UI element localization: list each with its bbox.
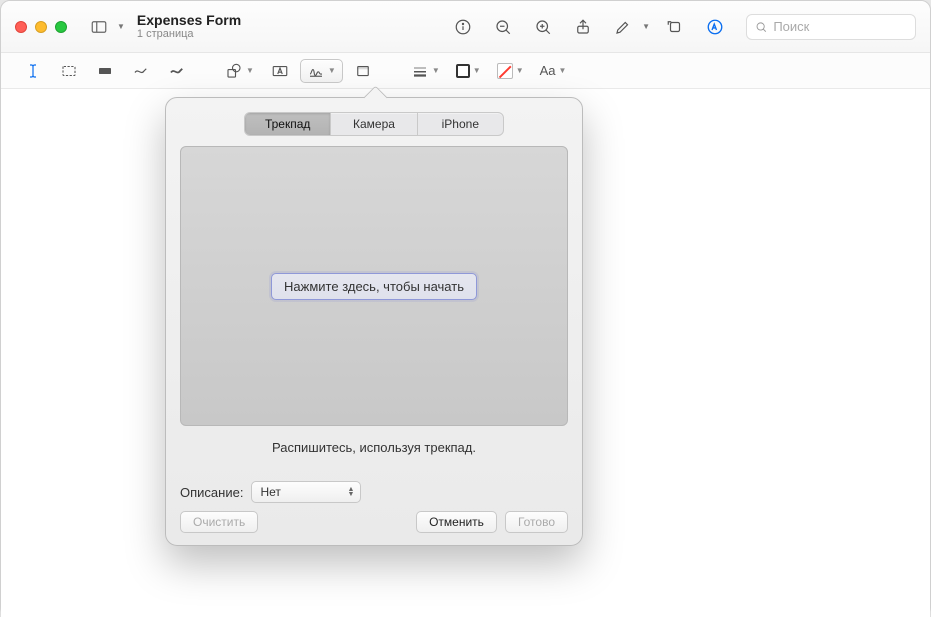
markup-button[interactable] bbox=[700, 14, 730, 40]
zoom-in-button[interactable] bbox=[528, 14, 558, 40]
highlight-button[interactable] bbox=[608, 14, 638, 40]
titlebar-tools: ▼ bbox=[448, 14, 916, 40]
done-button[interactable]: Готово bbox=[505, 511, 568, 533]
shapes-tool[interactable]: ▼ bbox=[219, 59, 260, 83]
search-input[interactable] bbox=[773, 19, 907, 34]
chevron-down-icon: ▼ bbox=[559, 66, 567, 75]
text-cursor-icon bbox=[24, 62, 42, 80]
zoom-out-button[interactable] bbox=[488, 14, 518, 40]
signature-canvas[interactable]: Нажмите здесь, чтобы начать bbox=[180, 146, 568, 426]
search-field[interactable] bbox=[746, 14, 916, 40]
document-title-block: Expenses Form 1 страница bbox=[137, 12, 241, 41]
fullscreen-window-button[interactable] bbox=[55, 21, 67, 33]
fill-color-tool[interactable]: ▼ bbox=[491, 59, 530, 83]
search-icon bbox=[755, 20, 767, 34]
redact-icon bbox=[96, 62, 114, 80]
no-fill-icon bbox=[497, 63, 513, 79]
chevron-down-icon: ▼ bbox=[473, 66, 481, 75]
highlighter-icon bbox=[614, 18, 632, 36]
minimize-window-button[interactable] bbox=[35, 21, 47, 33]
tab-camera[interactable]: Камера bbox=[331, 113, 417, 135]
rotate-icon bbox=[666, 18, 684, 36]
description-select[interactable]: Нет ▲▼ bbox=[251, 481, 361, 503]
chevron-down-icon[interactable]: ▼ bbox=[642, 22, 650, 31]
sketch-tool[interactable] bbox=[125, 59, 157, 83]
signature-source-tabs: Трекпад Камера iPhone bbox=[244, 112, 504, 136]
tab-trackpad[interactable]: Трекпад bbox=[245, 113, 331, 135]
description-row: Описание: Нет ▲▼ bbox=[180, 481, 568, 503]
info-icon bbox=[454, 18, 472, 36]
selection-rect-icon bbox=[60, 62, 78, 80]
app-window: ▼ Expenses Form 1 страница ▼ bbox=[0, 0, 931, 617]
description-label: Описание: bbox=[180, 485, 243, 500]
window-controls bbox=[15, 21, 67, 33]
chevron-down-icon[interactable]: ▼ bbox=[117, 22, 125, 31]
stepper-chevrons-icon: ▲▼ bbox=[348, 487, 355, 497]
color-swatch-icon bbox=[456, 64, 470, 78]
line-weight-icon bbox=[411, 62, 429, 80]
line-weight-tool[interactable]: ▼ bbox=[405, 59, 446, 83]
sketch-icon bbox=[132, 62, 150, 80]
text-box-icon bbox=[271, 62, 289, 80]
click-to-start-button[interactable]: Нажмите здесь, чтобы начать bbox=[271, 273, 477, 300]
zoom-in-icon bbox=[534, 18, 552, 36]
shapes-icon bbox=[225, 62, 243, 80]
chevron-down-icon: ▼ bbox=[432, 66, 440, 75]
share-icon bbox=[574, 18, 592, 36]
note-tool[interactable] bbox=[347, 59, 379, 83]
document-canvas[interactable]: Трекпад Камера iPhone Нажмите здесь, что… bbox=[1, 89, 930, 617]
sidebar-icon bbox=[90, 18, 108, 36]
popover-buttons: Очистить Отменить Готово bbox=[180, 511, 568, 533]
markup-toolbar: ▼ ▼ ▼ ▼ ▼ Aa ▼ bbox=[1, 53, 930, 89]
info-button[interactable] bbox=[448, 14, 478, 40]
text-selection-tool[interactable] bbox=[17, 59, 49, 83]
chevron-down-icon: ▼ bbox=[516, 66, 524, 75]
rotate-button[interactable] bbox=[660, 14, 690, 40]
clear-button[interactable]: Очистить bbox=[180, 511, 258, 533]
text-style-label: Aa bbox=[540, 63, 556, 78]
rect-select-tool[interactable] bbox=[53, 59, 85, 83]
tab-iphone[interactable]: iPhone bbox=[418, 113, 503, 135]
document-title: Expenses Form bbox=[137, 12, 241, 28]
draw-tool[interactable] bbox=[161, 59, 193, 83]
sidebar-toggle-button[interactable] bbox=[85, 15, 113, 39]
titlebar: ▼ Expenses Form 1 страница ▼ bbox=[1, 1, 930, 53]
document-subtitle: 1 страница bbox=[137, 28, 241, 41]
cancel-button[interactable]: Отменить bbox=[416, 511, 497, 533]
sign-tool[interactable]: ▼ bbox=[300, 59, 343, 83]
chevron-down-icon: ▼ bbox=[328, 66, 336, 75]
redact-tool[interactable] bbox=[89, 59, 121, 83]
close-window-button[interactable] bbox=[15, 21, 27, 33]
description-value: Нет bbox=[260, 485, 280, 499]
share-button[interactable] bbox=[568, 14, 598, 40]
signature-icon bbox=[307, 62, 325, 80]
signature-popover: Трекпад Камера iPhone Нажмите здесь, что… bbox=[165, 97, 583, 546]
note-icon bbox=[354, 62, 372, 80]
text-style-tool[interactable]: Aa ▼ bbox=[534, 59, 573, 83]
draw-icon bbox=[168, 62, 186, 80]
signature-hint: Распишитесь, используя трекпад. bbox=[180, 440, 568, 455]
stroke-color-tool[interactable]: ▼ bbox=[450, 59, 487, 83]
textbox-tool[interactable] bbox=[264, 59, 296, 83]
chevron-down-icon: ▼ bbox=[246, 66, 254, 75]
markup-icon bbox=[706, 18, 724, 36]
zoom-out-icon bbox=[494, 18, 512, 36]
